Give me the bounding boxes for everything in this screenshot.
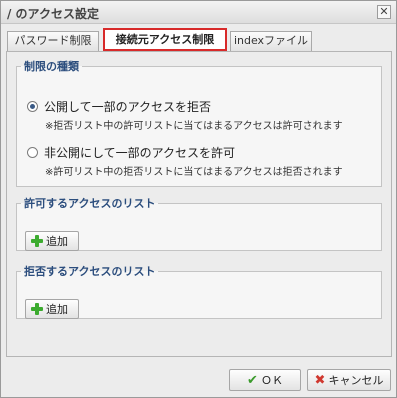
radio-option-private-allow[interactable]: 非公開にして一部のアクセスを許可 [27,144,235,161]
deny-add-label: 追加 [46,303,68,316]
tab-index-file[interactable]: indexファイル [230,31,312,51]
cancel-label: キャンセル [328,374,384,387]
ok-button[interactable]: ✔ ＯＫ [229,369,301,391]
tab-panel: 制限の種類 公開して一部のアクセスを拒否 ※拒否リスト中の許可リストに当てはまる… [6,51,392,357]
ok-label: ＯＫ [260,374,283,387]
dialog-title: / のアクセス設定 [7,7,99,21]
deny-list-legend: 拒否するアクセスのリスト [24,265,156,278]
restriction-type-group: 制限の種類 公開して一部のアクセスを拒否 ※拒否リスト中の許可リストに当てはまる… [16,58,382,187]
tab-password-restriction[interactable]: パスワード制限 [7,31,99,51]
radio-label-private-allow[interactable]: 非公開にして一部のアクセスを許可 [44,144,235,161]
check-icon: ✔ [247,372,258,388]
allow-list-group: 許可するアクセスのリスト 追加 [16,195,382,251]
radio-label-public-deny[interactable]: 公開して一部のアクセスを拒否 [44,98,211,115]
plus-icon [31,303,43,315]
radio-button-checked[interactable] [27,101,38,112]
close-icon[interactable]: ✕ [377,5,391,19]
allow-add-button[interactable]: 追加 [25,231,79,251]
access-settings-dialog: / のアクセス設定 ✕ パスワード制限 接続元アクセス制限 indexファイル … [0,0,397,398]
tab-source-access-restriction[interactable]: 接続元アクセス制限 [103,28,227,51]
note-private-allow: ※許可リスト中の拒否リストに当てはまるアクセスは拒否されます [45,167,343,178]
note-public-deny: ※拒否リスト中の許可リストに当てはまるアクセスは許可されます [45,121,343,132]
x-icon: ✖ [314,372,326,388]
radio-button-unchecked[interactable] [27,147,38,158]
cancel-button[interactable]: ✖ キャンセル [307,369,391,391]
radio-option-public-deny[interactable]: 公開して一部のアクセスを拒否 [27,98,211,115]
allow-add-label: 追加 [46,235,68,248]
deny-add-button[interactable]: 追加 [25,299,79,319]
dialog-titlebar[interactable]: / のアクセス設定 ✕ [1,1,396,24]
deny-list-group: 拒否するアクセスのリスト 追加 [16,263,382,319]
restriction-type-legend: 制限の種類 [24,60,79,73]
allow-list-legend: 許可するアクセスのリスト [24,197,156,210]
plus-icon [31,235,43,247]
